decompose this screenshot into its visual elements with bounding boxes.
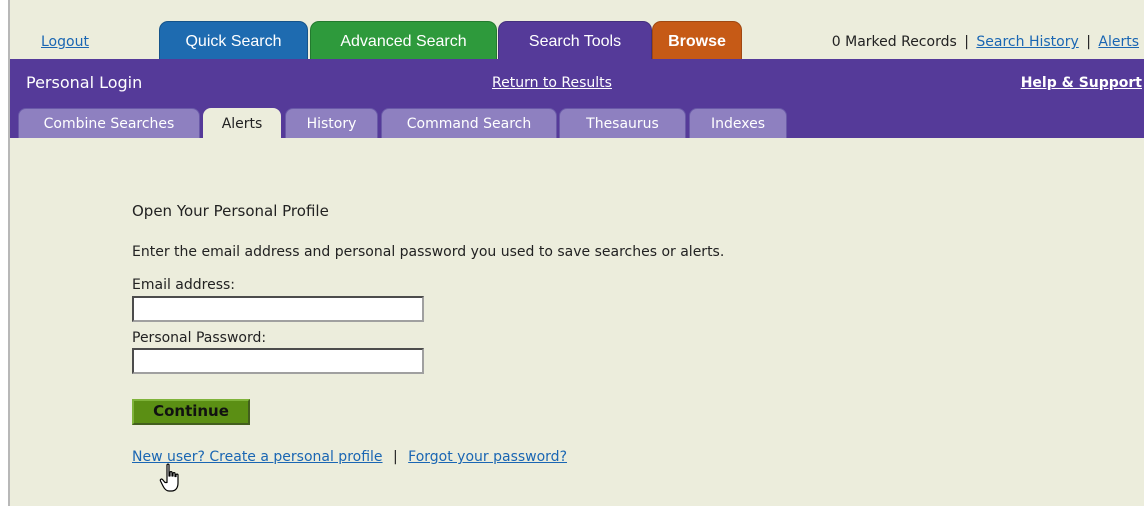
profile-links: New user? Create a personal profile | Fo… [132,449,567,465]
section-title: Personal Login [26,73,143,92]
forgot-password-link[interactable]: Forgot your password? [408,449,567,465]
help-support-link[interactable]: Help & Support [1021,75,1142,91]
marked-records-count: 0 Marked Records [831,34,957,50]
subtab-command-search[interactable]: Command Search [381,108,557,139]
page-frame: Logout Quick Search Advanced Search Sear… [8,0,1144,506]
return-to-results-link[interactable]: Return to Results [492,75,612,91]
subtab-history[interactable]: History [285,108,378,139]
email-field[interactable] [132,296,424,322]
tab-browse[interactable]: Browse [652,21,742,60]
tab-quick-search[interactable]: Quick Search [159,21,308,60]
separator: | [964,34,969,50]
alerts-link[interactable]: Alerts [1098,34,1139,50]
subtab-indexes[interactable]: Indexes [689,108,787,139]
form-description: Enter the email address and personal pas… [132,244,725,260]
email-label: Email address: [132,277,236,293]
separator: | [392,449,398,465]
login-content: Open Your Personal Profile Enter the ema… [10,138,1144,506]
password-field[interactable] [132,348,424,374]
form-heading: Open Your Personal Profile [132,202,329,220]
search-history-link[interactable]: Search History [976,34,1078,50]
tab-advanced-search[interactable]: Advanced Search [310,21,497,60]
tab-search-tools[interactable]: Search Tools [498,21,652,60]
subtab-combine-searches[interactable]: Combine Searches [18,108,200,139]
top-right-links: 0 Marked Records | Search History | Aler… [832,34,1139,50]
subtab-thesaurus[interactable]: Thesaurus [559,108,686,139]
password-label: Personal Password: [132,330,267,346]
logout-link[interactable]: Logout [41,34,89,50]
separator: | [1086,34,1091,50]
top-nav-bar: Logout Quick Search Advanced Search Sear… [10,0,1144,60]
continue-button[interactable]: Continue [132,399,250,425]
subtab-alerts[interactable]: Alerts [203,108,281,139]
hand-pointer-icon [159,463,179,492]
section-header: Personal Login Return to Results Help & … [10,59,1144,139]
